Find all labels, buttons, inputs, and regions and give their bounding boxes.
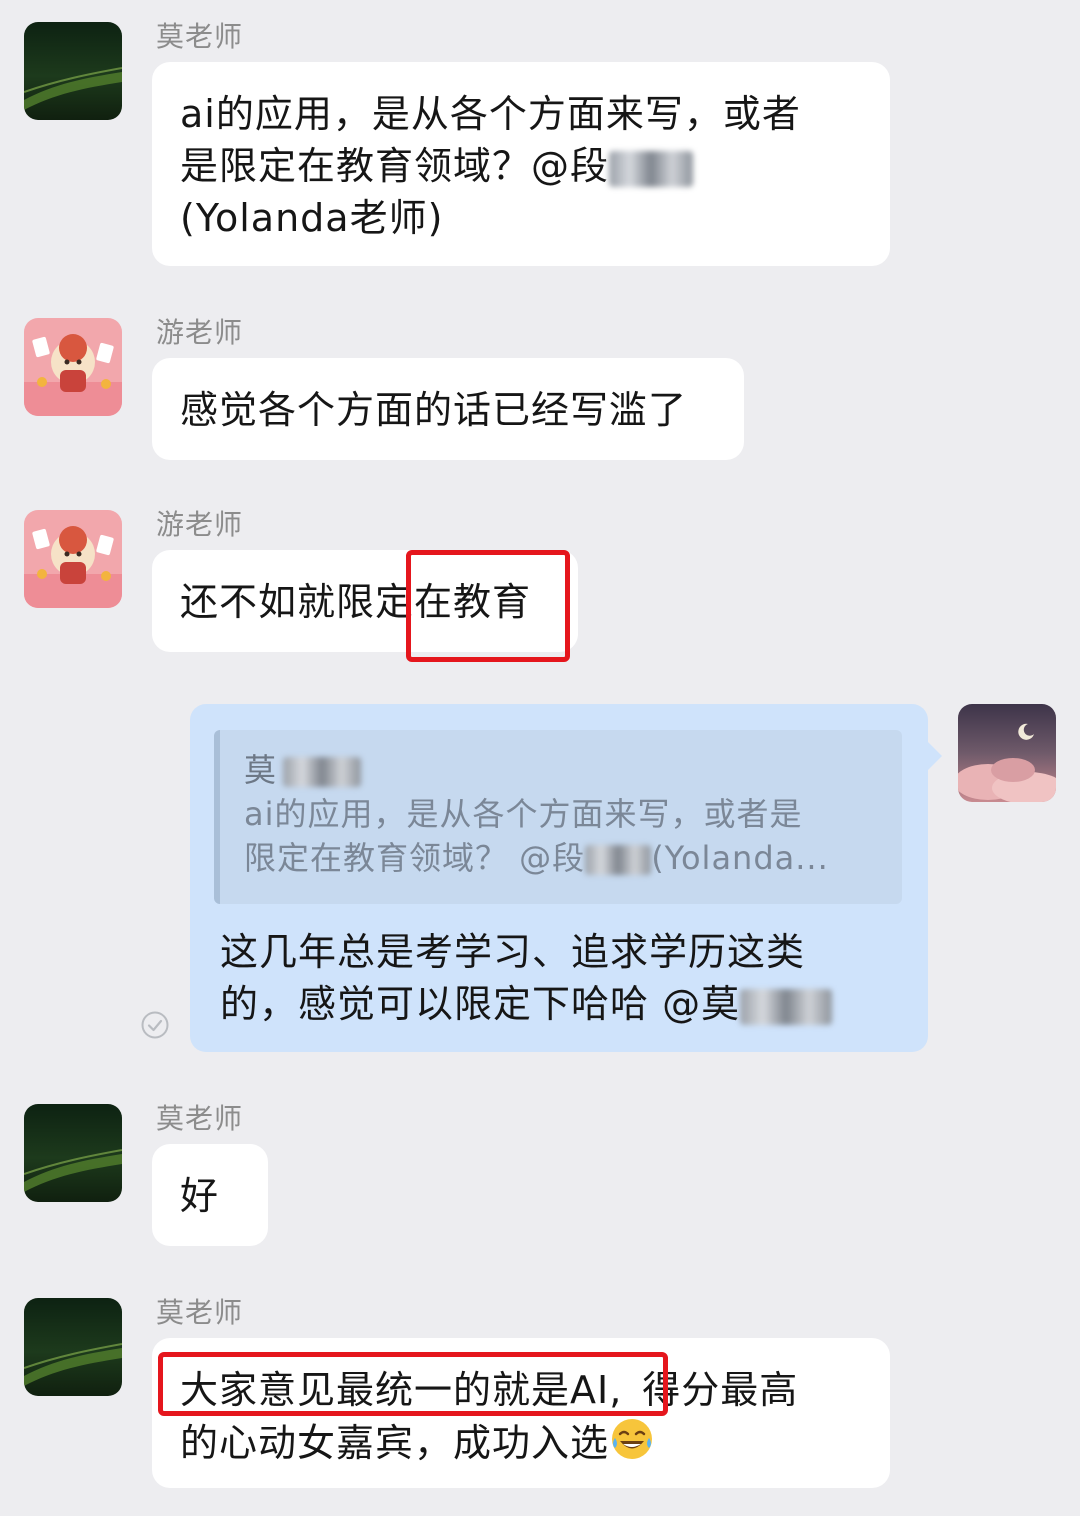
check-circle-icon	[141, 1011, 169, 1039]
message-text: ai的应用，是从各个方面来写，或者	[180, 92, 801, 136]
avatar-image	[24, 510, 122, 608]
quoted-text: (Yolanda...	[651, 839, 829, 877]
quoted-message[interactable]: 莫 ai的应用，是从各个方面来写，或者是 限定在教育领域？ @段 (Yolanda…	[214, 730, 902, 904]
message-text: 是限定在教育领域？@段	[180, 144, 610, 188]
tears-of-joy-emoji-icon	[612, 1419, 653, 1459]
message-text: 的，感觉可以限定下哈哈 @莫	[220, 982, 741, 1026]
redacted-name	[740, 988, 833, 1025]
message-text: 感觉各个方面的话已经写滥了	[180, 388, 688, 432]
avatar-image	[958, 704, 1056, 802]
redacted-name	[585, 845, 652, 875]
redacted-name	[283, 757, 362, 787]
message-text-line: 的心动女嘉宾，成功入选	[180, 1416, 862, 1469]
avatar-image	[24, 318, 122, 416]
reply-text: 这几年总是考学习、追求学历这类 的，感觉可以限定下哈哈 @莫	[220, 926, 833, 1030]
message-text: 好	[180, 1174, 220, 1218]
red-highlight-box	[158, 1352, 668, 1416]
red-highlight-box	[406, 550, 570, 662]
quoted-sender-name: 莫	[244, 751, 278, 789]
redacted-name	[609, 150, 694, 187]
avatar-image	[24, 1298, 122, 1396]
message-bubble[interactable]: 感觉各个方面的话已经写滥了	[152, 358, 744, 460]
avatar-you-laoshi[interactable]	[24, 510, 122, 608]
message-text-line: 是限定在教育领域？@段	[180, 140, 862, 192]
quoted-text: ai的应用，是从各个方面来写，或者是	[244, 795, 803, 833]
message-bubble[interactable]: ai的应用，是从各个方面来写，或者 是限定在教育领域？@段 (Yolanda老师…	[152, 62, 890, 266]
avatar-image	[24, 22, 122, 120]
avatar-self[interactable]	[958, 704, 1056, 802]
my-message-bubble[interactable]: 莫 ai的应用，是从各个方面来写，或者是 限定在教育领域？ @段 (Yolanda…	[190, 704, 942, 1052]
avatar-you-laoshi[interactable]	[24, 318, 122, 416]
avatar-image	[24, 1104, 122, 1202]
quoted-text-line: 限定在教育领域？ @段 (Yolanda...	[244, 836, 878, 880]
message-text: (Yolanda老师)	[180, 196, 444, 240]
sender-name: 游老师	[156, 316, 244, 349]
message-text: 的心动女嘉宾，成功入选	[180, 1421, 610, 1465]
quoted-text: 限定在教育领域？ @段	[244, 839, 586, 877]
message-text: 这几年总是考学习、追求学历这类	[220, 930, 806, 974]
message-text-line: 的，感觉可以限定下哈哈 @莫	[220, 978, 833, 1030]
quoted-sender: 莫	[244, 748, 878, 792]
avatar-mo-laoshi[interactable]	[24, 1298, 122, 1396]
avatar-mo-laoshi[interactable]	[24, 22, 122, 120]
sender-name: 莫老师	[156, 1102, 244, 1135]
message-bubble[interactable]: 好	[152, 1144, 268, 1246]
sender-name: 莫老师	[156, 1296, 244, 1329]
sender-name: 莫老师	[156, 20, 244, 53]
sender-name: 游老师	[156, 508, 244, 541]
avatar-mo-laoshi[interactable]	[24, 1104, 122, 1202]
